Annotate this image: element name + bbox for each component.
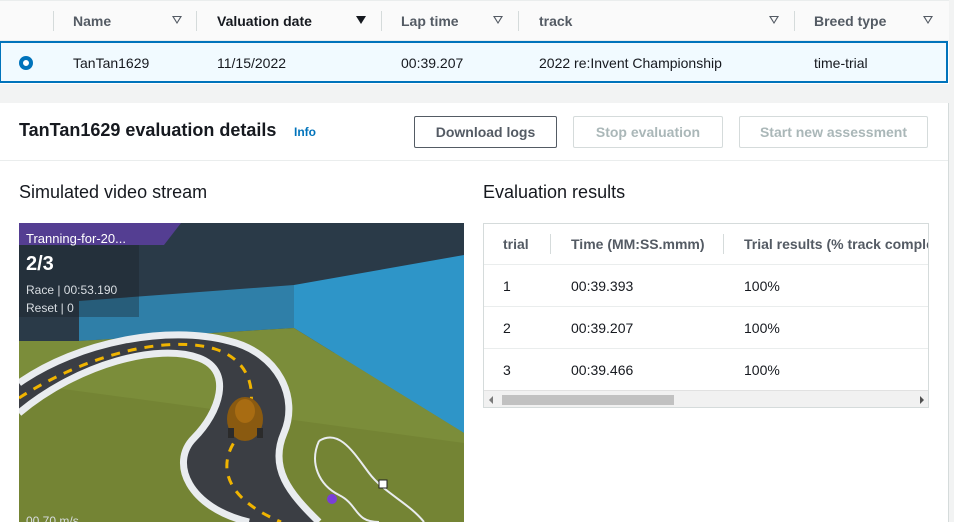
table-row: 2 00:39.207 100% [484,306,928,348]
column-header-trial-results: Trial results (% track completed) [744,236,928,252]
stop-evaluation-button[interactable]: Stop evaluation [573,116,723,148]
track-scene-image [19,223,464,522]
cell-valuation-date: 11/15/2022 [217,55,287,71]
sort-caret-down-icon[interactable] [172,16,182,24]
cell-breed-type: time-trial [814,55,868,71]
cell-time: 00:39.466 [571,362,634,378]
column-divider[interactable] [518,11,519,31]
column-header-time: Time (MM:SS.mmm) [571,236,705,252]
scroll-left-arrow-icon[interactable] [489,396,493,404]
radio-selected-icon[interactable] [19,56,33,70]
video-section-title: Simulated video stream [19,182,208,202]
sort-caret-down-icon[interactable] [493,16,503,24]
overlay-speed: 00.70 m/s [26,514,79,522]
evaluation-results-table: trial Time (MM:SS.mmm) Trial results (% … [483,223,929,408]
overlay-race-time: Race | 00:53.190 [26,283,118,297]
models-table: Name Valuation date Lap time track Breed… [0,0,949,84]
table-row: 3 00:39.466 100% [484,348,928,390]
cell-time: 00:39.393 [571,278,634,294]
cell-result: 100% [744,320,780,336]
panel-header: TanTan1629 evaluation details Info Downl… [0,103,948,161]
column-header-trial: trial [503,236,529,252]
cell-result: 100% [744,278,780,294]
scroll-right-arrow-icon[interactable] [920,396,924,404]
column-divider[interactable] [794,11,795,31]
cell-trial: 2 [503,320,511,336]
results-section-title: Evaluation results [483,182,626,202]
evaluation-details-panel: TanTan1629 evaluation details Info Downl… [0,103,949,522]
horizontal-scrollbar[interactable] [484,390,928,407]
column-divider[interactable] [196,11,197,31]
column-divider[interactable] [381,11,382,31]
overlay-model-name: Tranning-for-20... [26,231,126,246]
sort-caret-down-icon[interactable] [923,16,933,24]
column-divider [550,234,551,254]
cell-lap-time: 00:39.207 [401,55,464,71]
sort-caret-down-filled-icon[interactable] [356,16,366,24]
overlay-progress: 2/3 [26,253,54,275]
column-divider [723,234,724,254]
sort-caret-down-icon[interactable] [769,16,779,24]
cell-result: 100% [744,362,780,378]
column-header-lap-time[interactable]: Lap time [401,1,459,41]
scrollbar-thumb[interactable] [502,395,674,405]
overlay-reset-count: Reset | 0 [26,301,74,315]
models-table-header: Name Valuation date Lap time track Breed… [0,0,949,41]
start-new-assessment-button[interactable]: Start new assessment [739,116,928,148]
cell-trial: 3 [503,362,511,378]
column-divider [53,11,54,31]
cell-trial: 1 [503,278,511,294]
table-row: 1 00:39.393 100% [484,264,928,306]
cell-track: 2022 re:Invent Championship [539,55,722,71]
column-header-valuation-date[interactable]: Valuation date [217,1,312,41]
cell-time: 00:39.207 [571,320,634,336]
video-stream[interactable]: Tranning-for-20... 2/3 Race | 00:53.190 … [19,223,464,522]
column-header-track[interactable]: track [539,1,572,41]
cell-name: TanTan1629 [73,55,150,71]
column-header-name[interactable]: Name [73,1,111,41]
download-logs-button[interactable]: Download logs [414,116,557,148]
column-header-breed-type[interactable]: Breed type [814,1,886,41]
info-link[interactable]: Info [294,125,316,139]
page-title: TanTan1629 evaluation details [19,120,277,140]
table-row-selected[interactable]: TanTan1629 11/15/2022 00:39.207 2022 re:… [0,41,948,83]
